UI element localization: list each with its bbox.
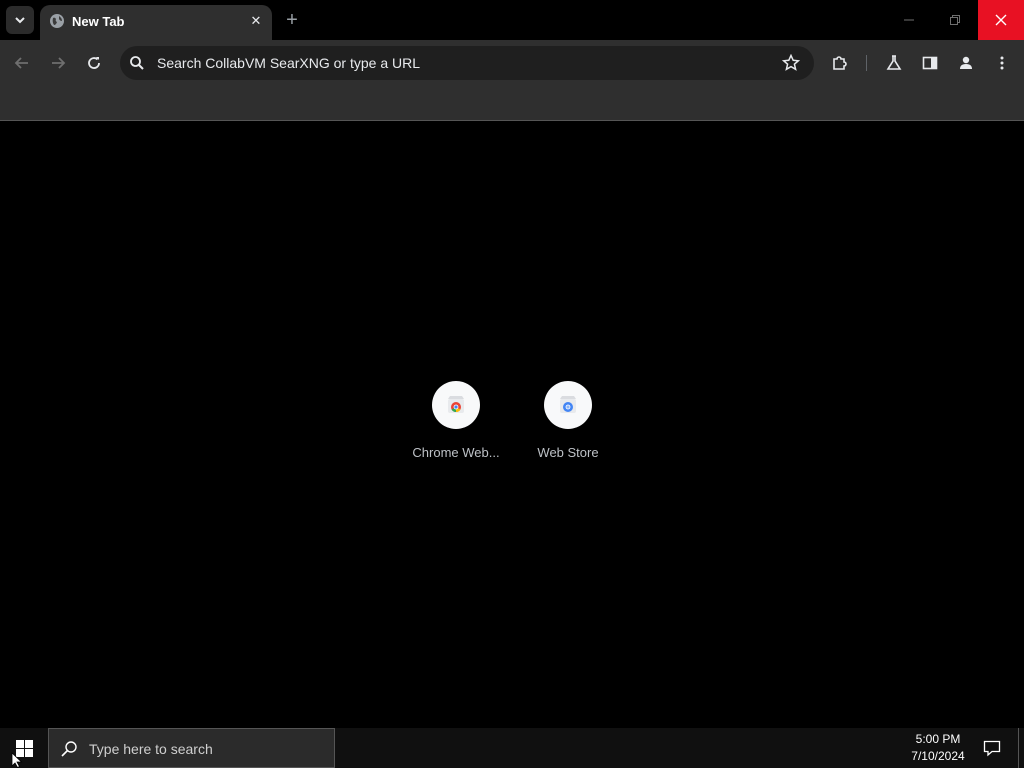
person-icon bbox=[960, 56, 972, 69]
tab-strip: New Tab ✕ + bbox=[0, 0, 1024, 40]
restore-icon bbox=[950, 15, 960, 25]
reload-icon bbox=[88, 57, 100, 69]
clock-date: 7/10/2024 bbox=[911, 749, 965, 763]
close-icon bbox=[995, 14, 1007, 26]
forward-button[interactable] bbox=[44, 49, 72, 77]
clock-time: 5:00 PM bbox=[915, 732, 961, 746]
search-icon bbox=[130, 56, 144, 70]
window-close-button[interactable] bbox=[978, 0, 1024, 40]
shortcut-tile-chrome-web[interactable]: Chrome Web... bbox=[400, 381, 512, 471]
shortcut-tile-web-store[interactable]: Web Store bbox=[512, 381, 624, 471]
taskbar: Type here to search 5:00 PM 7/10/2024 bbox=[0, 728, 1024, 768]
restore-button[interactable] bbox=[932, 0, 978, 40]
side-panel-icon bbox=[922, 56, 938, 70]
star-icon[interactable] bbox=[782, 54, 800, 72]
address-bar-placeholder: Search CollabVM SearXNG or type a URL bbox=[157, 55, 420, 71]
chrome-web-store-icon bbox=[448, 396, 464, 413]
shortcut-label: Chrome Web... bbox=[412, 445, 500, 460]
mouse-cursor-icon bbox=[11, 752, 23, 768]
arrow-right-icon bbox=[52, 57, 66, 69]
bookmarks-bar bbox=[0, 86, 1024, 121]
toolbar-divider bbox=[866, 55, 867, 71]
shortcut-label: Web Store bbox=[537, 445, 599, 460]
plus-icon: + bbox=[286, 8, 298, 31]
close-icon: ✕ bbox=[250, 13, 262, 28]
new-tab-button[interactable]: + bbox=[280, 8, 304, 32]
action-center-button[interactable] bbox=[978, 728, 1006, 768]
browser-toolbar: Search CollabVM SearXNG or type a URL bbox=[0, 40, 1024, 86]
show-desktop-button[interactable] bbox=[1018, 728, 1024, 768]
shortcut-icon-container bbox=[544, 381, 592, 429]
flask-icon bbox=[886, 55, 902, 70]
labs-button[interactable] bbox=[880, 49, 908, 77]
tab-close-button[interactable]: ✕ bbox=[246, 11, 266, 31]
tab-search-button[interactable] bbox=[6, 6, 34, 34]
tab-title: New Tab bbox=[72, 14, 125, 29]
shortcut-icon-container bbox=[432, 381, 480, 429]
search-icon bbox=[61, 741, 77, 757]
reload-button[interactable] bbox=[80, 49, 108, 77]
start-button[interactable] bbox=[0, 728, 48, 768]
address-bar[interactable]: Search CollabVM SearXNG or type a URL bbox=[120, 46, 814, 80]
tab-new-tab[interactable]: New Tab ✕ bbox=[40, 5, 272, 40]
chevron-down-icon bbox=[15, 17, 25, 24]
profile-button[interactable] bbox=[952, 49, 980, 77]
arrow-left-icon bbox=[14, 57, 28, 69]
side-panel-button[interactable] bbox=[916, 49, 944, 77]
notification-icon bbox=[983, 740, 1001, 757]
taskbar-search-box[interactable]: Type here to search bbox=[48, 728, 335, 768]
menu-button[interactable] bbox=[988, 49, 1016, 77]
web-store-icon bbox=[560, 396, 576, 413]
taskbar-search-placeholder: Type here to search bbox=[89, 741, 213, 757]
minimize-button[interactable] bbox=[886, 0, 932, 40]
back-button[interactable] bbox=[8, 49, 36, 77]
puzzle-icon bbox=[833, 56, 847, 70]
new-tab-page: Chrome Web... Web Store bbox=[0, 121, 1024, 728]
minimize-icon bbox=[904, 19, 914, 21]
more-vert-icon bbox=[1000, 56, 1004, 70]
globe-icon bbox=[50, 14, 64, 28]
system-clock[interactable]: 5:00 PM 7/10/2024 bbox=[900, 731, 976, 765]
extensions-button[interactable] bbox=[826, 49, 854, 77]
